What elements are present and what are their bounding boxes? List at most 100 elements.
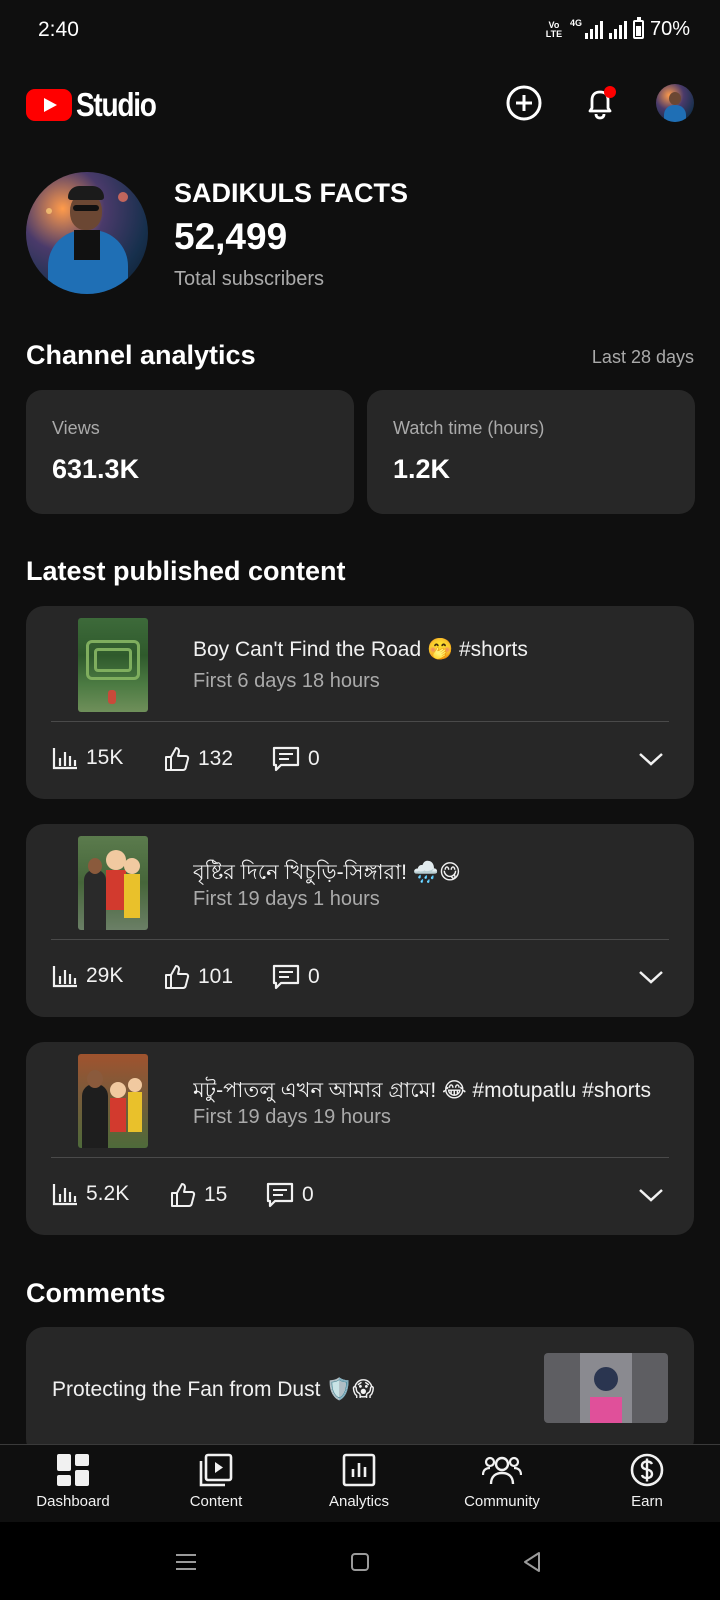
- thumbs-up-icon: [171, 1183, 196, 1207]
- expand-button[interactable]: [638, 1182, 664, 1211]
- menu-icon: [176, 1554, 196, 1570]
- video-thumbnail: [78, 618, 148, 712]
- video-card[interactable]: বৃষ্টির দিনে খিচুড়ি-সিঙ্গারা! 🌧️😋 First…: [26, 824, 694, 1017]
- comment-icon: [272, 746, 300, 772]
- views-metric: 29K: [52, 964, 123, 988]
- nav-label: Earn: [631, 1493, 663, 1510]
- nav-label: Dashboard: [36, 1493, 110, 1510]
- studio-logo[interactable]: Studio: [26, 86, 170, 124]
- watch-time-card[interactable]: Watch time (hours) 1.2K: [367, 390, 695, 514]
- status-indicators: Vo LTE 4G 70%: [544, 17, 690, 41]
- video-title: Boy Can't Find the Road 🤭 #shorts: [193, 638, 528, 661]
- likes-metric: 15: [170, 1182, 227, 1208]
- home-button[interactable]: [346, 1548, 374, 1576]
- volte-indicator: Vo LTE: [545, 19, 563, 39]
- account-avatar: [656, 84, 694, 122]
- youtube-logo-icon: [26, 89, 72, 121]
- comments-count: 0: [308, 965, 320, 988]
- back-button[interactable]: [518, 1548, 546, 1576]
- logo-text: Studio: [76, 86, 157, 123]
- likes-metric: 132: [164, 746, 233, 772]
- stat-value: 1.2K: [393, 454, 451, 484]
- chevron-down-icon: [639, 971, 663, 984]
- stat-value: 631.3K: [52, 454, 140, 484]
- likes-count: 15: [204, 1183, 228, 1206]
- views-metric: 5.2K: [52, 1182, 129, 1206]
- nav-community[interactable]: Community: [437, 1453, 567, 1510]
- subscriber-count: 52,499: [174, 216, 288, 257]
- stat-label: Views: [52, 418, 100, 438]
- video-period: First 19 days 1 hours: [193, 888, 380, 910]
- app-header: Studio: [0, 72, 720, 134]
- comment-video-title: Protecting the Fan from Dust 🛡️😱: [52, 1378, 375, 1401]
- comment-video-card[interactable]: Protecting the Fan from Dust 🛡️😱: [26, 1327, 694, 1457]
- home-square-icon: [351, 1553, 369, 1571]
- community-icon: [482, 1456, 522, 1485]
- back-triangle-icon: [524, 1552, 540, 1572]
- dashboard-icon: [57, 1454, 89, 1486]
- channel-name: SADIKULS FACTS: [174, 178, 409, 208]
- nav-content[interactable]: Content: [151, 1453, 281, 1510]
- video-card[interactable]: Boy Can't Find the Road 🤭 #shorts First …: [26, 606, 694, 799]
- video-card[interactable]: মটু-পাতলু এখন আমার গ্রামে! 😂 #motupatlu …: [26, 1042, 694, 1235]
- comments-metric: 0: [272, 746, 320, 772]
- battery-percent: 70%: [649, 18, 690, 40]
- notifications-button[interactable]: [579, 82, 621, 124]
- analytics-period: Last 28 days: [591, 347, 694, 367]
- notifications-icon: [588, 86, 616, 120]
- create-icon: [506, 85, 542, 121]
- latest-title: Latest published content: [26, 556, 346, 586]
- chevron-down-icon: [639, 753, 663, 766]
- status-time: 2:40: [38, 18, 79, 41]
- thumbs-up-icon: [165, 965, 190, 989]
- battery-icon: [632, 17, 644, 39]
- bar-chart-icon: [52, 966, 77, 988]
- status-bar: 2:40 Vo LTE 4G 70%: [0, 0, 720, 62]
- channel-avatar[interactable]: [26, 172, 148, 294]
- video-title: বৃষ্টির দিনে খিচুড়ি-সিঙ্গারা! 🌧️😋: [193, 861, 461, 884]
- subscriber-label: Total subscribers: [174, 268, 325, 290]
- video-thumbnail: [78, 1054, 148, 1148]
- earn-icon: [630, 1453, 664, 1487]
- likes-metric: 101: [164, 964, 233, 990]
- comments-count: 0: [308, 747, 320, 770]
- divider: [51, 1157, 669, 1158]
- stat-label: Watch time (hours): [393, 418, 545, 438]
- video-thumbnail: [78, 836, 148, 930]
- signal-icon: [608, 20, 627, 39]
- comment-icon: [272, 964, 300, 990]
- likes-count: 132: [198, 747, 234, 770]
- system-navigation-bar: [0, 1522, 720, 1600]
- content-icon: [199, 1453, 233, 1487]
- network-type: 4G: [569, 18, 582, 28]
- nav-label: Community: [464, 1493, 540, 1510]
- expand-button[interactable]: [638, 964, 664, 993]
- views-count: 5.2K: [86, 1182, 130, 1205]
- bar-chart-icon: [52, 1184, 77, 1206]
- comment-icon: [266, 1182, 294, 1208]
- account-button[interactable]: [654, 82, 696, 124]
- comments-metric: 0: [272, 964, 320, 990]
- comment-video-thumbnail: [544, 1353, 668, 1423]
- nav-label: Analytics: [328, 1493, 390, 1510]
- chevron-down-icon: [639, 1189, 663, 1202]
- channel-summary: SADIKULS FACTS 52,499 Total subscribers: [26, 172, 696, 296]
- likes-count: 101: [198, 965, 234, 988]
- analytics-icon: [342, 1453, 376, 1487]
- analytics-title: Channel analytics: [26, 340, 256, 370]
- video-period: First 19 days 19 hours: [193, 1106, 391, 1128]
- create-button[interactable]: [503, 82, 545, 124]
- divider: [51, 721, 669, 722]
- signal-icon: [584, 20, 603, 39]
- video-title: মটু-পাতলু এখন আমার গ্রামে! 😂 #motupatlu …: [193, 1079, 652, 1102]
- nav-label: Content: [189, 1493, 243, 1510]
- expand-button[interactable]: [638, 746, 664, 775]
- recents-button[interactable]: [172, 1548, 200, 1576]
- nav-dashboard[interactable]: Dashboard: [8, 1453, 138, 1510]
- views-card[interactable]: Views 631.3K: [26, 390, 354, 514]
- nav-analytics[interactable]: Analytics: [294, 1453, 424, 1510]
- nav-earn[interactable]: Earn: [582, 1453, 712, 1510]
- divider: [51, 939, 669, 940]
- views-count: 15K: [86, 746, 124, 769]
- bottom-navigation: Dashboard Content Analytics Community Ea…: [0, 1444, 720, 1522]
